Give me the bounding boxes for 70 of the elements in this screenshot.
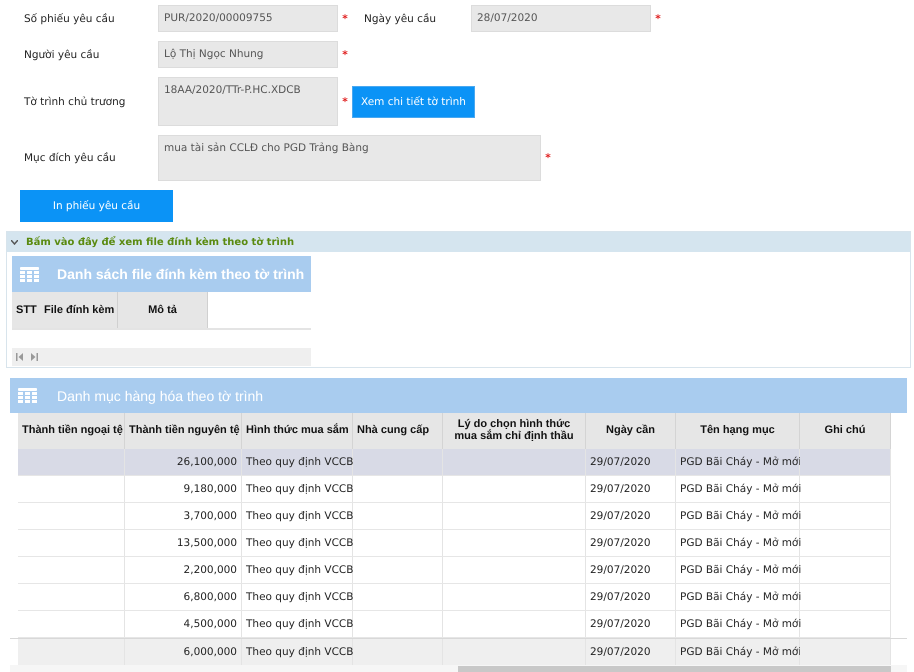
table-row[interactable]: 3,700,000 Theo quy định VCCB 29/07/2020 PGD Bãi Cháy - Mở mới	[10, 503, 907, 530]
table-cell: Theo quy định VCCB	[242, 449, 353, 476]
table-cell: 13,500,000	[125, 530, 242, 557]
field-label: Tờ trình chủ trương	[23, 96, 126, 108]
first-page-icon[interactable]	[16, 353, 23, 361]
table-cell: PGD Bãi Cháy - Mở mới	[676, 530, 800, 557]
table-cell: 6,800,000	[125, 584, 242, 611]
table-row[interactable]: 9,180,000 Theo quy định VCCB 29/07/2020 PGD Bãi Cháy - Mở mới	[10, 476, 907, 503]
grid-title-bar: Danh mục hàng hóa theo tờ trình	[10, 378, 907, 413]
column-header[interactable]: File đính kèm	[43, 292, 118, 328]
input-field[interactable]: 28/07/2020	[471, 5, 651, 32]
grid-title-bar: Danh sách file đính kèm theo tờ trình	[12, 256, 311, 292]
table-cell: Theo quy định VCCB	[242, 584, 353, 611]
table-row[interactable]: 6,800,000 Theo quy định VCCB 29/07/2020 PGD Bãi Cháy - Mở mới	[10, 584, 907, 611]
table-cell: PGD Bãi Cháy - Mở mới	[676, 557, 800, 584]
column-header[interactable]: Nhà cung cấp	[353, 413, 443, 449]
table-cell: PGD Bãi Cháy - Mở mới	[676, 476, 800, 503]
last-page-icon[interactable]	[31, 353, 38, 361]
table-row[interactable]: 13,500,000 Theo quy định VCCB 29/07/2020 PGD Bãi Cháy - Mở mới	[10, 530, 907, 557]
column-header[interactable]: Mô tả	[118, 292, 208, 328]
table-row[interactable]: 4,500,000 Theo quy định VCCB 29/07/2020 PGD Bãi Cháy - Mở mới	[10, 611, 907, 638]
table-cell: 29/07/2020	[586, 611, 676, 638]
field-label: Số phiếu yêu cầu	[23, 12, 116, 24]
input-field[interactable]: mua tài sản CCLĐ cho PGD Trảng Bàng	[158, 135, 541, 181]
column-header[interactable]: Thành tiền ngoại tệ	[18, 413, 125, 449]
table-cell: PGD Bãi Cháy - Mở mới	[676, 584, 800, 611]
column-header[interactable]: STT	[12, 292, 43, 328]
table-cell: 29/07/2020	[586, 530, 676, 557]
table-cell: 9,180,000	[125, 476, 242, 503]
column-header[interactable]: Ghi chú	[800, 413, 891, 449]
column-header[interactable]: Hình thức mua sắm	[242, 413, 353, 449]
field-label: Ngày yêu cầu	[363, 12, 438, 24]
input-field[interactable]: PUR/2020/00009755	[158, 5, 338, 32]
table-cell: Theo quy định VCCB	[242, 557, 353, 584]
column-header[interactable]: Lý do chọn hình thức mua sắm chỉ định thầu	[443, 413, 586, 449]
table-cell: Theo quy định VCCB	[242, 530, 353, 557]
table-cell: Theo quy định VCCB	[242, 639, 353, 666]
input-field[interactable]: Lộ Thị Ngọc Nhung	[158, 41, 338, 68]
table-cell: Theo quy định VCCB	[242, 476, 353, 503]
table-cell: 3,700,000	[125, 503, 242, 530]
column-header[interactable]: Ngày cần	[586, 413, 676, 449]
required-mark: *	[654, 12, 662, 24]
table-cell: PGD Bãi Cháy - Mở mới	[676, 503, 800, 530]
table-cell: PGD Bãi Cháy - Mở mới	[676, 611, 800, 638]
table-icon	[18, 388, 37, 403]
required-mark: *	[341, 48, 349, 60]
table-cell: Theo quy định VCCB	[242, 611, 353, 638]
table-cell: Theo quy định VCCB	[242, 503, 353, 530]
table-cell: 29/07/2020	[586, 449, 676, 476]
table-cell: 4,500,000	[125, 611, 242, 638]
required-mark: *	[341, 12, 349, 24]
horizontal-scrollbar[interactable]	[10, 665, 907, 672]
table-cell: 29/07/2020	[586, 557, 676, 584]
table-cell: 29/07/2020	[586, 476, 676, 503]
input-field[interactable]: 18AA/2020/TTr-P.HC.XDCB	[158, 77, 338, 126]
table-cell: 29/07/2020	[586, 584, 676, 611]
field-label: Mục đích yêu cầu	[23, 152, 117, 164]
table-cell: 29/07/2020	[586, 503, 676, 530]
field-label: Người yêu cầu	[23, 48, 100, 60]
required-mark: *	[341, 96, 349, 108]
table-row[interactable]: 2,200,000 Theo quy định VCCB 29/07/2020 PGD Bãi Cháy - Mở mới	[10, 557, 907, 584]
table-cell: 29/07/2020	[586, 639, 676, 666]
table-cell: 2,200,000	[125, 557, 242, 584]
table-cell: 26,100,000	[125, 449, 242, 476]
table-icon	[20, 266, 39, 282]
column-header[interactable]: Tên hạng mục	[676, 413, 800, 449]
column-header[interactable]: Thành tiền nguyên tệ	[125, 413, 242, 449]
chevron-icon	[11, 240, 18, 244]
table-cell: 6,000,000	[125, 639, 242, 666]
required-mark: *	[544, 152, 552, 164]
